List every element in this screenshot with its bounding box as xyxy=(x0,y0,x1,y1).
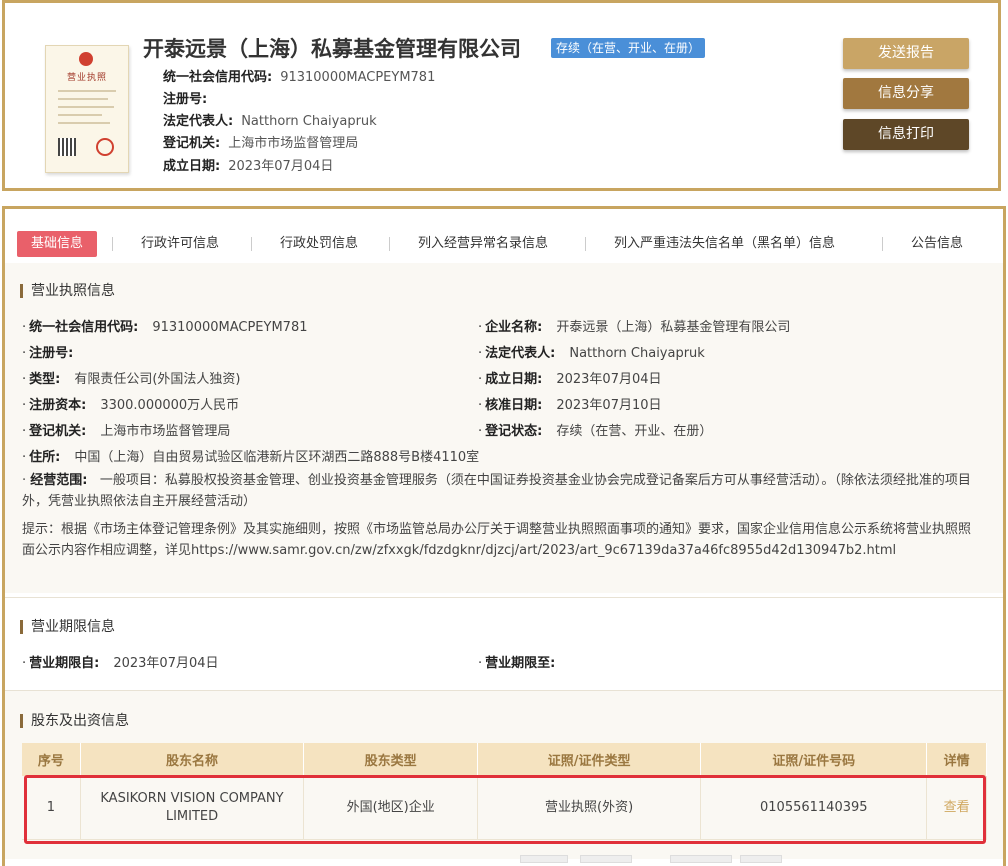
company-name: 开泰远景（上海）私募基金管理有限公司 xyxy=(143,37,521,61)
cell-type: 外国(地区)企业 xyxy=(303,776,479,840)
field-type: · 类型: 有限责任公司(外国法人独资) xyxy=(22,372,241,387)
field-business-scope: · 经营范围: 一般项目：私募股权投资基金管理、创业投资基金管理服务（须在中国证… xyxy=(22,473,971,509)
print-info-button[interactable]: 信息打印 xyxy=(843,119,969,150)
license-image-title: 营业执照 xyxy=(66,73,107,83)
share-info-button[interactable]: 信息分享 xyxy=(843,78,969,109)
col-name: 股东名称 xyxy=(80,743,305,776)
field-established: · 成立日期: 2023年07月04日 xyxy=(478,372,662,387)
tab-blacklist[interactable]: 列入严重违法失信名单（黑名单）信息 xyxy=(614,231,835,257)
header-field-authority: 登记机关: 上海市市场监督管理局 xyxy=(163,136,359,151)
table-row: 1 KASIKORN VISION COMPANY LIMITED 外国(地区)… xyxy=(22,776,987,840)
qr-code-icon xyxy=(58,138,76,156)
header-field-established: 成立日期: 2023年07月04日 xyxy=(163,159,334,174)
view-detail-link[interactable]: 查看 xyxy=(926,776,987,840)
tab-abnormal-list[interactable]: 列入经营异常名录信息 xyxy=(418,231,548,257)
cell-name: KASIKORN VISION COMPANY LIMITED xyxy=(80,776,305,840)
tab-bar: 基础信息 行政许可信息 行政处罚信息 列入经营异常名录信息 列入严重违法失信名单… xyxy=(5,217,1003,268)
col-detail: 详情 xyxy=(926,743,987,776)
field-legal-rep: · 法定代表人: Natthorn Chaiyapruk xyxy=(478,346,705,361)
official-seal-icon xyxy=(96,138,114,156)
header-field-credit-code: 统一社会信用代码: 91310000MACPEYM781 xyxy=(163,70,436,85)
field-authority: · 登记机关: 上海市市场监督管理局 xyxy=(22,424,231,439)
notice-hint: 提示：根据《市场主体登记管理条例》及其实施细则，按照《市场监管总局办公厅关于调整… xyxy=(22,522,972,558)
field-reg-no: · 注册号: xyxy=(22,346,74,361)
tab-admin-license[interactable]: 行政许可信息 xyxy=(141,231,219,257)
field-address: · 住所: 中国（上海）自由贸易试验区临港新片区环湖西二路888号B楼4110室 xyxy=(22,450,480,465)
field-capital: · 注册资本: 3300.000000万人民币 xyxy=(22,398,240,413)
col-cert-type: 证照/证件类型 xyxy=(477,743,702,776)
tab-announcements[interactable]: 公告信息 xyxy=(911,231,963,257)
col-index: 序号 xyxy=(22,743,81,776)
field-approved: · 核准日期: 2023年07月10日 xyxy=(478,398,662,413)
field-reg-status: · 登记状态: 存续（在营、开业、在册） xyxy=(478,424,713,439)
send-report-button[interactable]: 发送报告 xyxy=(843,38,969,69)
header-field-legal-rep: 法定代表人: Natthorn Chaiyapruk xyxy=(163,114,377,129)
field-credit-code: · 统一社会信用代码: 91310000MACPEYM781 xyxy=(22,320,308,335)
license-section-title: 营业执照信息 xyxy=(20,284,115,298)
shareholder-table: 序号 股东名称 股东类型 证照/证件类型 证照/证件号码 详情 1 KASIKO… xyxy=(22,743,987,840)
field-term-from: · 营业期限自: 2023年07月04日 xyxy=(22,656,219,671)
status-badge: 存续（在营、开业、在册） xyxy=(551,38,706,58)
business-license-image[interactable]: 营业执照 xyxy=(45,45,129,173)
tab-admin-penalty[interactable]: 行政处罚信息 xyxy=(280,231,358,257)
pager-button[interactable] xyxy=(740,855,782,863)
header-field-reg-no: 注册号: xyxy=(163,92,208,107)
tab-basic-info[interactable]: 基础信息 xyxy=(17,231,98,257)
field-term-to: · 营业期限至: xyxy=(478,656,556,671)
cell-cert-type: 营业执照(外资) xyxy=(477,776,702,840)
table-header-row: 序号 股东名称 股东类型 证照/证件类型 证照/证件号码 详情 xyxy=(22,743,987,776)
term-section-title: 营业期限信息 xyxy=(20,620,115,634)
pager-button[interactable] xyxy=(670,855,732,863)
pager-button[interactable] xyxy=(580,855,632,863)
field-company-name: · 企业名称: 开泰远景（上海）私募基金管理有限公司 xyxy=(478,320,791,335)
col-type: 股东类型 xyxy=(303,743,479,776)
col-cert-no: 证照/证件号码 xyxy=(700,743,928,776)
cell-cert-no: 0105561140395 xyxy=(700,776,928,840)
national-emblem-icon xyxy=(79,52,93,66)
shareholder-section-title: 股东及出资信息 xyxy=(20,714,129,728)
pager-button[interactable] xyxy=(520,855,568,863)
cell-index: 1 xyxy=(22,776,81,840)
